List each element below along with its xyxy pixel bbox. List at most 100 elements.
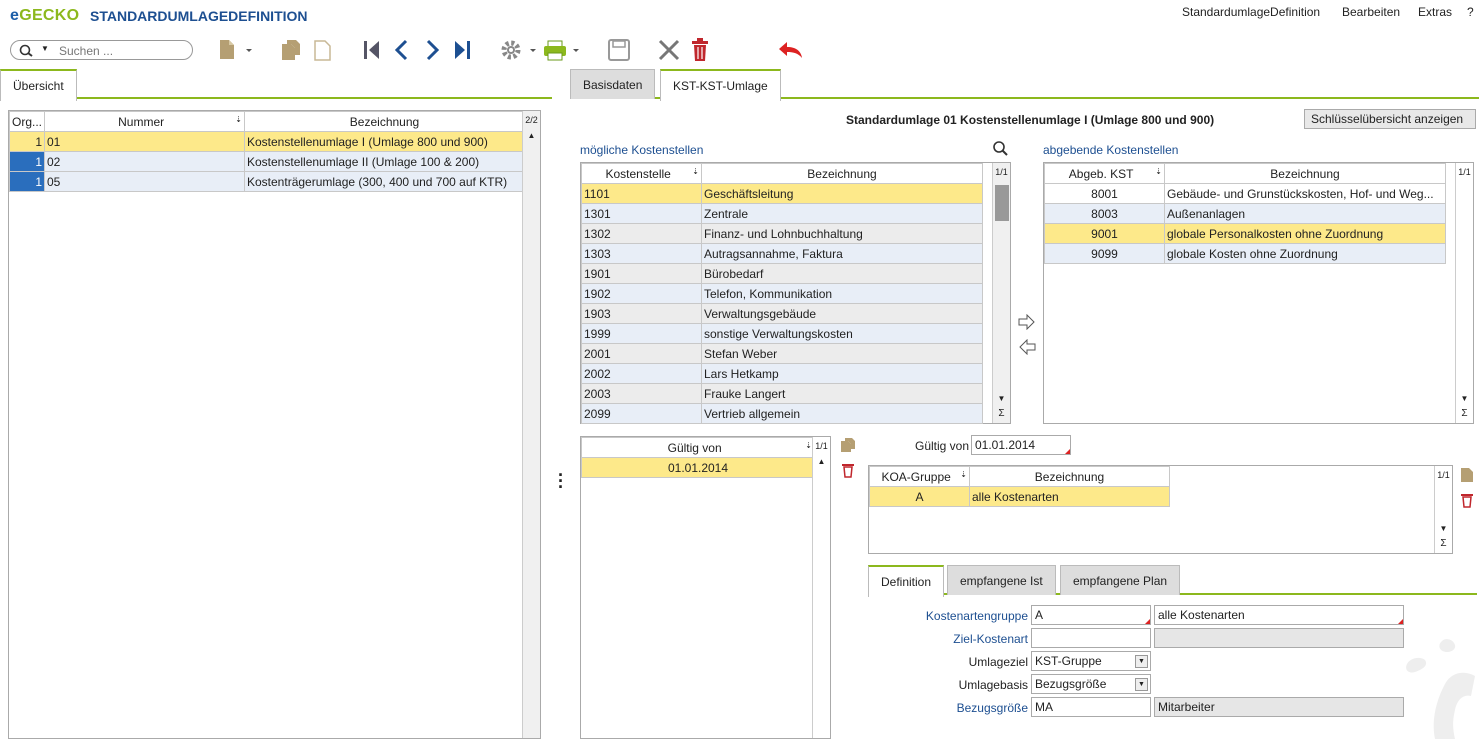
tab-definition[interactable]: Definition — [868, 565, 945, 597]
table-row[interactable]: 1902 Telefon, Kommunikation — [581, 283, 983, 304]
tab-empfangene-ist[interactable]: empfangene Ist — [947, 565, 1056, 595]
menu-help[interactable]: ? — [1467, 5, 1474, 19]
search-dropdown-icon[interactable]: ▼ — [41, 44, 49, 53]
possible-scrollbar[interactable]: 1/1 ▼ Σ — [992, 163, 1010, 423]
menu-extras[interactable]: Extras — [1418, 5, 1452, 19]
ziel-kostenart-input[interactable] — [1031, 628, 1151, 648]
table-row[interactable]: 9001 globale Personalkosten ohne Zuordnun… — [1044, 223, 1446, 244]
table-row[interactable]: 2001 Stefan Weber — [581, 343, 983, 364]
cell-code: 2002 — [581, 363, 702, 384]
table-row[interactable]: 1999 sonstige Verwaltungskosten — [581, 323, 983, 344]
table-row[interactable]: 9099 globale Kosten ohne Zuordnung — [1044, 243, 1446, 264]
next-record-icon[interactable] — [422, 39, 442, 61]
save-icon[interactable] — [608, 39, 630, 61]
col-koa-gruppe[interactable]: KOA-Gruppe ⇣ — [869, 466, 970, 487]
scroll-up-icon[interactable]: ▲ — [523, 131, 540, 140]
col-kostenstelle[interactable]: Kostenstelle ⇣ — [581, 163, 702, 184]
cell-description: globale Personalkosten ohne Zuordnung — [1164, 223, 1446, 244]
new-document-icon[interactable] — [218, 39, 254, 61]
cell-description: sonstige Verwaltungskosten — [701, 323, 983, 344]
sum-icon[interactable]: Σ — [1456, 408, 1473, 419]
bezugsgroesse-input[interactable]: MA — [1031, 697, 1151, 717]
new-koa-icon[interactable] — [1460, 467, 1474, 483]
copy-validity-icon[interactable] — [840, 437, 856, 453]
col-nummer[interactable]: Nummer ⇣ — [44, 111, 245, 132]
tab-basisdaten[interactable]: Basisdaten — [570, 69, 656, 99]
menu-standardumlage[interactable]: StandardumlageDefinition — [1182, 5, 1320, 19]
overview-table: Org... Nummer ⇣ Bezeichnung 1 01 Kostenstelle… — [9, 111, 525, 192]
table-row[interactable]: 8001 Gebäude- und Grunstückskosten, Hof- … — [1044, 183, 1446, 204]
sum-icon[interactable]: Σ — [993, 408, 1010, 419]
scroll-down-icon[interactable]: ▼ — [1435, 524, 1452, 533]
delete-icon[interactable] — [690, 38, 710, 62]
kag-input[interactable]: A — [1031, 605, 1151, 625]
possible-table: Kostenstelle ⇣ Bezeichnung 1101 Geschäftsle… — [581, 163, 983, 424]
copy-icon[interactable] — [280, 39, 302, 61]
move-left-arrow-icon[interactable] — [1018, 339, 1036, 355]
table-row[interactable]: 1903 Verwaltungsgebäude — [581, 303, 983, 324]
delete-koa-icon[interactable] — [1460, 492, 1474, 508]
table-row[interactable]: Aalle Kostenarten — [869, 486, 1170, 507]
scroll-thumb[interactable] — [994, 185, 1009, 221]
col-abgeb-kst[interactable]: Abgeb. KST ⇣ — [1044, 163, 1165, 184]
koa-scrollbar[interactable]: 1/1 ▼ Σ — [1434, 466, 1452, 553]
move-right-arrow-icon[interactable] — [1018, 314, 1036, 330]
search-icon[interactable] — [19, 44, 35, 58]
ziel-kostenart-label[interactable]: Ziel-Kostenart — [953, 632, 1028, 646]
scroll-down-icon[interactable]: ▼ — [993, 394, 1010, 403]
table-row[interactable]: 2099 Vertrieb allgemein — [581, 403, 983, 424]
chevron-down-icon[interactable]: ▼ — [1135, 655, 1148, 668]
undo-icon[interactable] — [778, 40, 804, 60]
first-record-icon[interactable] — [362, 39, 382, 61]
table-row[interactable]: 2003 Frauke Langert — [581, 383, 983, 404]
search-input[interactable]: Suchen ... — [59, 44, 113, 58]
giving-scrollbar[interactable]: 1/1 ▼ Σ — [1455, 163, 1473, 423]
splitter-handle[interactable]: · · · — [558, 466, 564, 496]
delete-validity-icon[interactable] — [841, 462, 855, 478]
table-row[interactable]: 8003 Außenanlagen — [1044, 203, 1446, 224]
bezugsgroesse-label[interactable]: Bezugsgröße — [957, 701, 1028, 715]
table-row[interactable]: 1 05 Kostenträgerumlage (300, 400 und 700 … — [9, 171, 525, 192]
cell-description: Frauke Langert — [701, 383, 983, 404]
scroll-down-icon[interactable]: ▼ — [1456, 394, 1473, 403]
table-row[interactable]: 2002 Lars Hetkamp — [581, 363, 983, 384]
col-org[interactable]: Org... — [9, 111, 45, 132]
previous-record-icon[interactable] — [392, 39, 412, 61]
col-bezeichnung[interactable]: Bezeichnung — [244, 111, 525, 132]
sum-icon[interactable]: Σ — [1435, 538, 1452, 549]
tab-empfangene-plan[interactable]: empfangene Plan — [1060, 565, 1181, 595]
tab-kst-kst-umlage[interactable]: KST-KST-Umlage — [660, 69, 781, 101]
umlageziel-select[interactable]: KST-Gruppe ▼ — [1031, 651, 1151, 671]
valid-scrollbar[interactable]: 1/1 ▲ — [812, 437, 830, 738]
table-row[interactable]: 1901 Bürobedarf — [581, 263, 983, 284]
search-box[interactable]: ▼ Suchen ... — [10, 40, 193, 60]
paste-icon[interactable] — [312, 39, 334, 61]
chevron-down-icon[interactable]: ▼ — [1135, 678, 1148, 691]
tab-uebersicht[interactable]: Übersicht — [0, 69, 77, 101]
table-row[interactable]: 1301 Zentrale — [581, 203, 983, 224]
table-row[interactable]: 01.01.2014 — [581, 457, 815, 478]
koa-table: KOA-Gruppe ⇣ Bezeichnung Aalle Kostenarten — [869, 466, 1170, 507]
scroll-up-icon[interactable]: ▲ — [813, 457, 830, 466]
bezugsgroesse-description: Mitarbeiter — [1154, 697, 1404, 717]
umlagebasis-select[interactable]: Bezugsgröße ▼ — [1031, 674, 1151, 694]
print-icon[interactable] — [543, 39, 583, 61]
key-overview-button[interactable]: Schlüsselübersicht anzeigen — [1304, 109, 1476, 129]
col-bezeichnung[interactable]: Bezeichnung — [1164, 163, 1446, 184]
table-row[interactable]: 1302 Finanz- und Lohnbuchhaltung — [581, 223, 983, 244]
menu-bearbeiten[interactable]: Bearbeiten — [1342, 5, 1400, 19]
overview-scrollbar[interactable]: 2/2 ▲ — [522, 111, 540, 738]
col-bezeichnung[interactable]: Bezeichnung — [701, 163, 983, 184]
cancel-icon[interactable] — [658, 39, 680, 61]
col-bezeichnung[interactable]: Bezeichnung — [969, 466, 1170, 487]
table-row[interactable]: 1101 Geschäftsleitung — [581, 183, 983, 204]
settings-gear-icon[interactable] — [500, 39, 540, 61]
kag-label[interactable]: Kostenartengruppe — [926, 609, 1028, 623]
search-possible-icon[interactable] — [992, 140, 1010, 158]
col-gueltig-von[interactable]: Gültig von ⇣ — [581, 437, 815, 458]
valid-from-input[interactable]: 01.01.2014 — [971, 435, 1071, 455]
table-row[interactable]: 1 01 Kostenstellenumlage I (Umlage 800 und… — [9, 131, 525, 152]
last-record-icon[interactable] — [452, 39, 472, 61]
table-row[interactable]: 1 02 Kostenstellenumlage II (Umlage 100 & … — [9, 151, 525, 172]
table-row[interactable]: 1303 Autragsannahme, Faktura — [581, 243, 983, 264]
